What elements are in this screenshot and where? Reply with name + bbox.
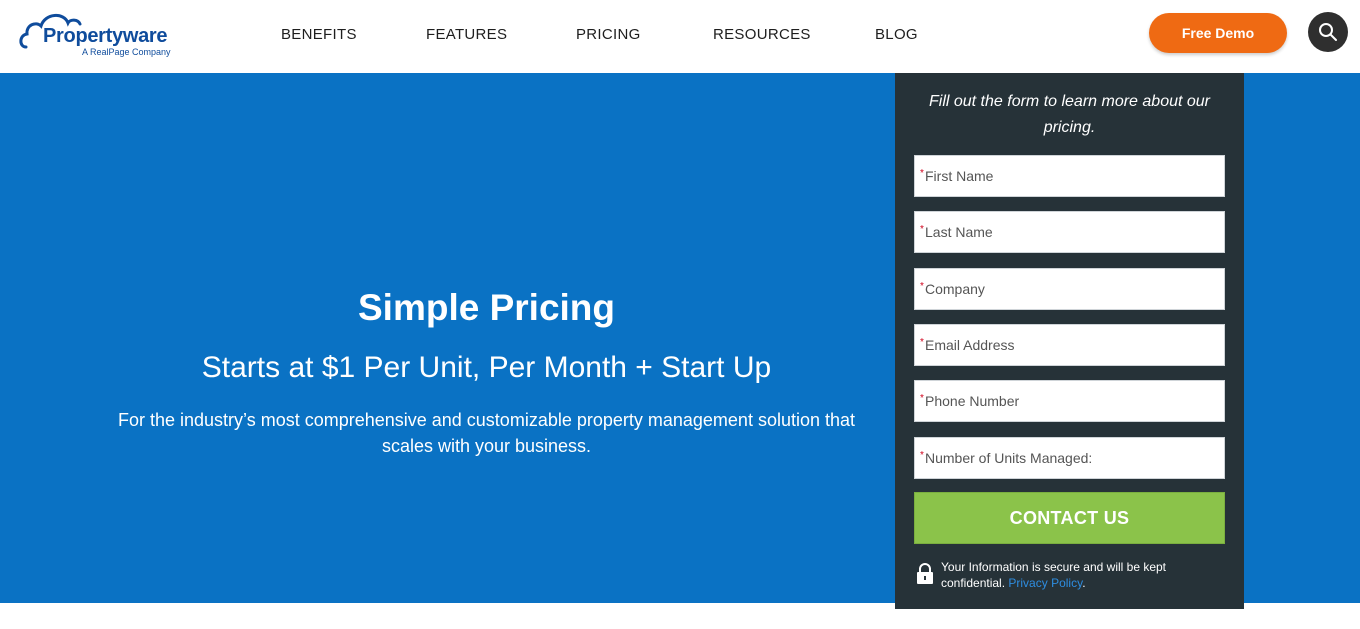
logo-wordmark: Propertyware — [43, 25, 168, 47]
pricing-form-panel: Fill out the form to learn more about ou… — [895, 73, 1244, 609]
last-name-input[interactable] — [925, 212, 1220, 252]
phone-field: * — [914, 380, 1225, 422]
propertyware-logo[interactable]: Propertyware A RealPage Company — [18, 3, 183, 59]
units-managed-field: * — [914, 437, 1225, 479]
secure-end: . — [1082, 576, 1086, 590]
hero-subtitle: Starts at $1 Per Unit, Per Month + Start… — [201, 351, 772, 384]
company-input[interactable] — [925, 269, 1220, 309]
required-mark: * — [920, 281, 924, 292]
security-notice-text: Your Information is secure and will be k… — [941, 559, 1211, 591]
nav-link-resources[interactable]: RESOURCES — [713, 26, 811, 43]
email-field: * — [914, 324, 1225, 366]
first-name-input[interactable] — [925, 156, 1220, 196]
company-field: * — [914, 268, 1225, 310]
free-demo-button[interactable]: Free Demo — [1149, 13, 1287, 53]
phone-input[interactable] — [925, 381, 1220, 421]
nav-link-blog[interactable]: BLOG — [875, 26, 918, 43]
required-mark: * — [920, 393, 924, 404]
search-icon — [1319, 23, 1337, 41]
hero-title: Simple Pricing — [357, 287, 615, 328]
search-button[interactable] — [1308, 12, 1348, 52]
nav-link-features[interactable]: FEATURES — [426, 26, 507, 43]
hero-description: For the industry’s most comprehensive an… — [117, 410, 856, 456]
last-name-field: * — [914, 211, 1225, 253]
site-header: Propertyware A RealPage Company BENEFITS… — [0, 0, 1360, 73]
logo-tagline: A RealPage Company — [82, 47, 171, 57]
required-mark: * — [920, 450, 924, 461]
privacy-policy-link[interactable]: Privacy Policy — [1008, 576, 1082, 590]
required-mark: * — [920, 337, 924, 348]
required-mark: * — [920, 224, 924, 235]
lock-icon — [917, 563, 933, 584]
form-intro-text: Fill out the form to learn more about ou… — [928, 93, 1211, 136]
required-mark: * — [920, 168, 924, 179]
email-input[interactable] — [925, 325, 1220, 365]
nav-link-pricing[interactable]: PRICING — [576, 26, 641, 43]
contact-us-button[interactable]: CONTACT US — [914, 492, 1225, 544]
first-name-field: * — [914, 155, 1225, 197]
units-managed-input[interactable] — [925, 438, 1220, 478]
nav-link-benefits[interactable]: BENEFITS — [281, 26, 357, 43]
